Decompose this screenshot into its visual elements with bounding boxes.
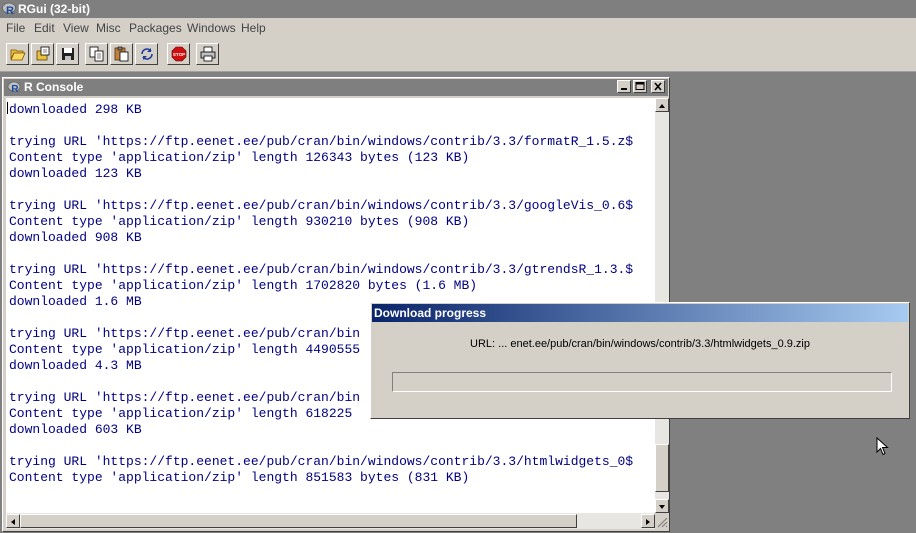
maximize-icon bbox=[635, 82, 645, 90]
refresh-icon bbox=[140, 48, 153, 60]
console-line: Content type 'application/zip' length 44… bbox=[9, 342, 361, 357]
app-title: RGui (32-bit) bbox=[18, 2, 90, 16]
menu-edit[interactable]: Edit bbox=[34, 18, 55, 38]
console-line: Content type 'application/zip' length 61… bbox=[9, 406, 353, 421]
console-line: trying URL 'https://ftp.eenet.ee/pub/cra… bbox=[9, 134, 634, 149]
close-icon bbox=[654, 82, 662, 91]
maximize-button[interactable] bbox=[633, 80, 647, 93]
console-line: trying URL 'https://ftp.eenet.ee/pub/cra… bbox=[9, 198, 634, 213]
open-script-button[interactable] bbox=[6, 43, 29, 65]
paste-button[interactable] bbox=[110, 43, 133, 65]
resize-grip[interactable] bbox=[655, 513, 669, 529]
scroll-right-button[interactable] bbox=[641, 514, 655, 528]
printer-icon bbox=[200, 46, 215, 62]
console-line: downloaded 123 KB bbox=[9, 166, 142, 181]
copy-icon bbox=[89, 46, 103, 62]
app-title-bar: R RGui (32-bit) bbox=[0, 0, 916, 18]
dialog-title: Download progress bbox=[374, 306, 487, 320]
svg-text:R: R bbox=[11, 84, 19, 94]
menu-file[interactable]: File bbox=[6, 18, 25, 38]
console-line: trying URL 'https://ftp.eenet.ee/pub/cra… bbox=[9, 326, 361, 341]
menu-misc[interactable]: Misc bbox=[96, 18, 121, 38]
minimize-button[interactable] bbox=[617, 80, 631, 93]
horizontal-scroll-thumb[interactable] bbox=[20, 514, 577, 528]
arrow-down-icon bbox=[659, 505, 665, 509]
scroll-up-button[interactable] bbox=[655, 98, 669, 112]
menu-help[interactable]: Help bbox=[241, 18, 266, 38]
print-button[interactable] bbox=[196, 43, 219, 65]
svg-text:STOP: STOP bbox=[172, 52, 184, 57]
console-line: Content type 'application/zip' length 17… bbox=[9, 278, 478, 293]
copy-button[interactable] bbox=[85, 43, 108, 65]
console-line: downloaded 298 KB bbox=[9, 102, 142, 117]
horizontal-scrollbar[interactable] bbox=[6, 513, 655, 529]
menu-windows[interactable]: Windows bbox=[187, 18, 236, 38]
console-title: R Console bbox=[24, 80, 84, 94]
text-caret bbox=[7, 102, 8, 114]
download-progress-bar bbox=[392, 372, 892, 392]
console-title-bar: R R Console bbox=[4, 79, 668, 96]
mouse-pointer-icon bbox=[876, 437, 889, 456]
stop-button[interactable]: STOP bbox=[167, 43, 190, 65]
scroll-left-button[interactable] bbox=[6, 514, 20, 528]
save-workspace-button[interactable] bbox=[56, 43, 79, 65]
download-progress-dialog: Download progress URL: ... enet.ee/pub/c… bbox=[370, 302, 910, 419]
console-line: Content type 'application/zip' length 12… bbox=[9, 150, 470, 165]
menu-packages[interactable]: Packages bbox=[129, 18, 182, 38]
dialog-title-bar[interactable]: Download progress bbox=[372, 304, 908, 322]
console-line: downloaded 908 KB bbox=[9, 230, 142, 245]
console-line: trying URL 'https://ftp.eenet.ee/pub/cra… bbox=[9, 390, 361, 405]
close-button[interactable] bbox=[651, 80, 665, 93]
load-workspace-button[interactable] bbox=[31, 43, 54, 65]
stop-sign-icon: STOP bbox=[171, 46, 186, 62]
scroll-down-button[interactable] bbox=[655, 499, 669, 513]
arrow-up-icon bbox=[659, 104, 665, 108]
console-line: downloaded 1.6 MB bbox=[9, 294, 142, 309]
copy-and-paste-button[interactable] bbox=[135, 43, 158, 65]
menu-view[interactable]: View bbox=[63, 18, 89, 38]
console-line: trying URL 'https://ftp.eenet.ee/pub/cra… bbox=[9, 454, 634, 469]
console-line: downloaded 603 KB bbox=[9, 422, 142, 437]
minimize-icon bbox=[621, 88, 627, 90]
toolbar: STOP bbox=[0, 38, 916, 72]
load-icon bbox=[36, 46, 49, 61]
svg-text:R: R bbox=[6, 5, 14, 16]
console-line: downloaded 4.3 MB bbox=[9, 358, 142, 373]
floppy-disk-icon bbox=[61, 48, 74, 60]
resize-grip-icon bbox=[657, 517, 668, 528]
download-url-label: URL: ... enet.ee/pub/cran/bin/windows/co… bbox=[470, 338, 810, 350]
paste-icon bbox=[114, 46, 128, 62]
vertical-scroll-thumb[interactable] bbox=[655, 444, 669, 492]
r-logo-icon: R bbox=[2, 2, 16, 16]
folder-open-icon bbox=[9, 49, 26, 61]
r-logo-icon: R bbox=[7, 81, 21, 94]
console-line: Content type 'application/zip' length 93… bbox=[9, 214, 470, 229]
arrow-right-icon bbox=[646, 519, 650, 525]
arrow-left-icon bbox=[11, 519, 15, 525]
console-line: trying URL 'https://ftp.eenet.ee/pub/cra… bbox=[9, 262, 634, 277]
console-line: Content type 'application/zip' length 85… bbox=[9, 470, 470, 485]
menu-bar: File Edit View Misc Packages Windows Hel… bbox=[0, 18, 916, 38]
